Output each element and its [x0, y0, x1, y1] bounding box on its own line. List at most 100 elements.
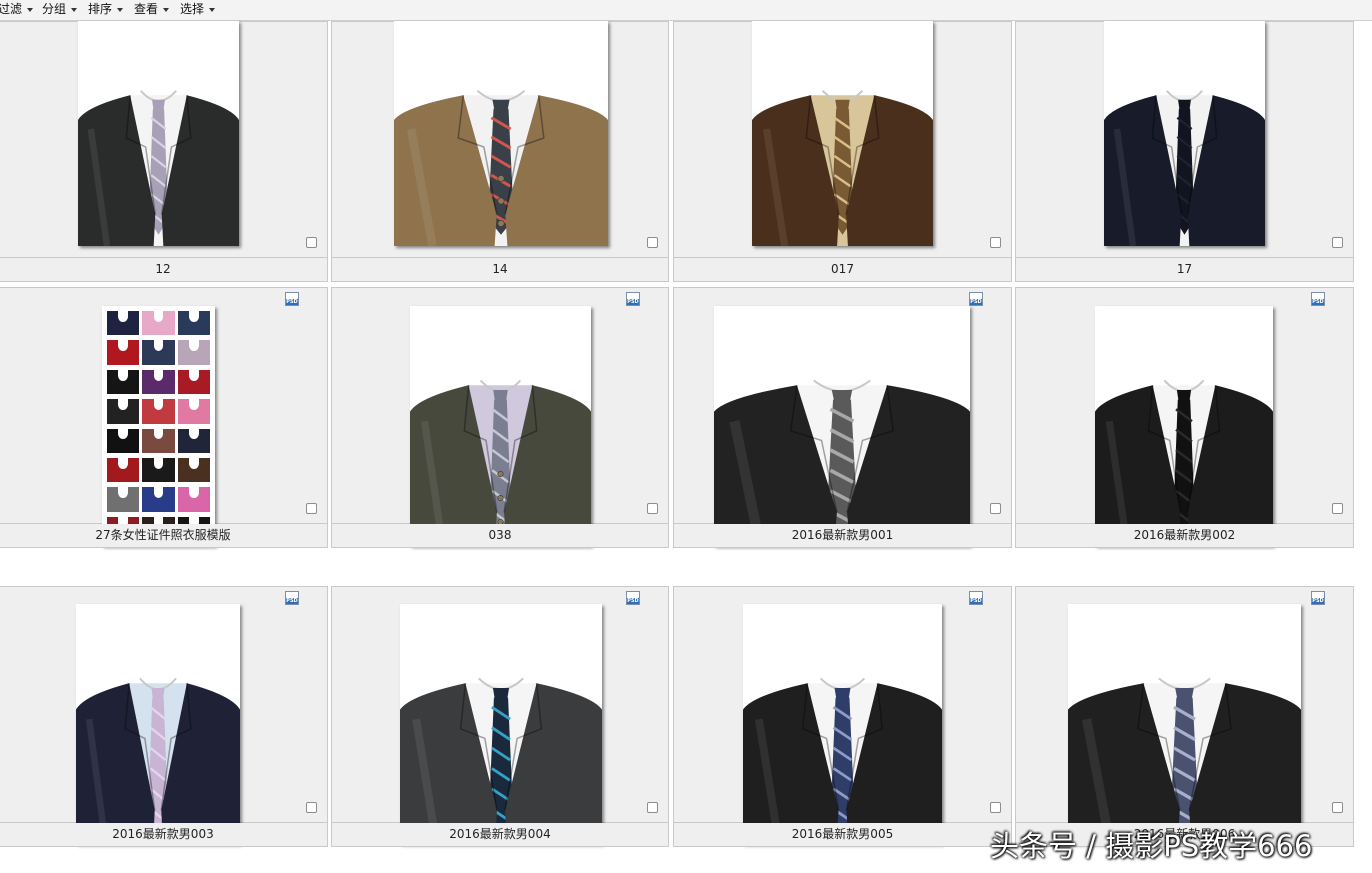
collar [118, 428, 128, 440]
select-checkbox[interactable] [647, 237, 658, 248]
file-thumbnail[interactable] [102, 306, 215, 546]
collar [118, 457, 128, 469]
suit-figure [1104, 90, 1265, 246]
collage-item [142, 428, 175, 453]
select-checkbox[interactable] [1332, 802, 1343, 813]
collage-item [142, 369, 175, 395]
collage-item [177, 311, 210, 336]
collar [153, 487, 164, 499]
toolbar-menu-label: 查看 [134, 2, 159, 16]
collar [153, 311, 164, 322]
file-name[interactable]: 12 [0, 258, 328, 282]
filetype-label: PSD [286, 299, 298, 305]
toolbar-menu-4[interactable]: 查看 [134, 1, 170, 18]
collage-item [107, 369, 140, 395]
collar [153, 340, 164, 352]
select-checkbox[interactable] [1332, 237, 1343, 248]
suit-figure [1068, 677, 1301, 844]
file-name[interactable]: 27条女性证件照衣服模版 [0, 524, 328, 548]
dropdown-arrow-icon [163, 7, 170, 12]
toolbar: 过滤 分组 排序 查看 选择 [0, 0, 1372, 21]
file-thumbnail[interactable] [76, 604, 240, 844]
suit-figure [1095, 379, 1273, 546]
file-name[interactable]: 17 [1015, 258, 1354, 282]
suit-figure [752, 90, 933, 246]
toolbar-menu-2[interactable]: 分组 [42, 1, 78, 18]
psd-file-icon: PSD [285, 292, 299, 306]
psd-file-icon: PSD [969, 591, 983, 605]
file-name[interactable]: 2016最新款男002 [1015, 524, 1354, 548]
psd-file-icon: PSD [626, 591, 640, 605]
file-thumbnail[interactable] [78, 21, 239, 246]
collage-item [107, 457, 140, 483]
file-name[interactable]: 2016最新款男005 [673, 823, 1012, 847]
toolbar-menu-label: 过滤 [0, 2, 23, 16]
collage-item [107, 487, 140, 512]
collage-item [142, 311, 175, 336]
psd-file-icon: PSD [626, 292, 640, 306]
file-name[interactable]: 2016最新款男003 [0, 823, 328, 847]
dropdown-arrow-icon [71, 7, 78, 12]
collage-item [177, 428, 210, 453]
collar [188, 457, 199, 469]
filetype-label: PSD [1312, 299, 1324, 305]
collar [153, 428, 164, 440]
file-thumbnail[interactable] [1104, 21, 1265, 246]
file-thumbnail[interactable] [394, 21, 608, 246]
psd-file-icon: PSD [1311, 591, 1325, 605]
filetype-label: PSD [627, 299, 639, 305]
suit-figure [78, 90, 239, 246]
collage-item [142, 340, 175, 365]
select-checkbox[interactable] [647, 802, 658, 813]
select-checkbox[interactable] [990, 503, 1001, 514]
collage-item [107, 311, 140, 336]
select-checkbox[interactable] [990, 802, 1001, 813]
select-checkbox[interactable] [990, 237, 1001, 248]
collage-item [177, 457, 210, 483]
collar [118, 311, 128, 322]
file-thumbnail[interactable] [410, 306, 591, 546]
dropdown-arrow-icon [209, 7, 216, 12]
file-thumbnail[interactable] [752, 21, 933, 246]
suit-figure [714, 379, 970, 546]
suit-figure [76, 677, 240, 844]
select-checkbox[interactable] [647, 503, 658, 514]
filetype-label: PSD [1312, 598, 1324, 604]
file-thumbnail[interactable] [743, 604, 942, 844]
collage-item [177, 340, 210, 365]
select-checkbox[interactable] [306, 503, 317, 514]
collar [188, 311, 199, 322]
filetype-label: PSD [970, 299, 982, 305]
toolbar-menu-3[interactable]: 排序 [88, 1, 124, 18]
file-name[interactable]: 14 [331, 258, 669, 282]
file-thumbnail[interactable] [714, 306, 970, 546]
file-name[interactable]: 2016最新款男004 [331, 823, 669, 847]
toolbar-menu-label: 排序 [88, 2, 113, 16]
collar [188, 340, 199, 352]
filetype-label: PSD [970, 598, 982, 604]
watermark: 头条号 / 摄影PS教学666 [990, 829, 1313, 863]
psd-file-icon: PSD [285, 591, 299, 605]
suit-figure [743, 677, 942, 844]
file-name[interactable]: 038 [331, 524, 669, 548]
select-checkbox[interactable] [306, 237, 317, 248]
file-grid: 12 14 017 17 PSD 27条女性证件照衣服模版 PSD 038 PSD 2016最新款… [0, 21, 1372, 873]
file-name[interactable]: 017 [673, 258, 1012, 282]
toolbar-menu-label: 分组 [42, 2, 67, 16]
file-thumbnail[interactable] [1095, 306, 1273, 546]
file-thumbnail[interactable] [400, 604, 602, 844]
collar [118, 340, 128, 352]
dropdown-arrow-icon [117, 7, 124, 12]
collar [153, 369, 164, 381]
suit-figure [410, 379, 591, 546]
toolbar-menu-1[interactable]: 过滤 [0, 1, 34, 18]
select-checkbox[interactable] [306, 802, 317, 813]
select-checkbox[interactable] [1332, 503, 1343, 514]
collage-item [107, 399, 140, 424]
file-thumbnail[interactable] [1068, 604, 1301, 844]
collar [188, 428, 199, 440]
toolbar-menu-5[interactable]: 选择 [180, 1, 216, 18]
psd-file-icon: PSD [969, 292, 983, 306]
file-name[interactable]: 2016最新款男001 [673, 524, 1012, 548]
collage-grid [107, 311, 210, 541]
